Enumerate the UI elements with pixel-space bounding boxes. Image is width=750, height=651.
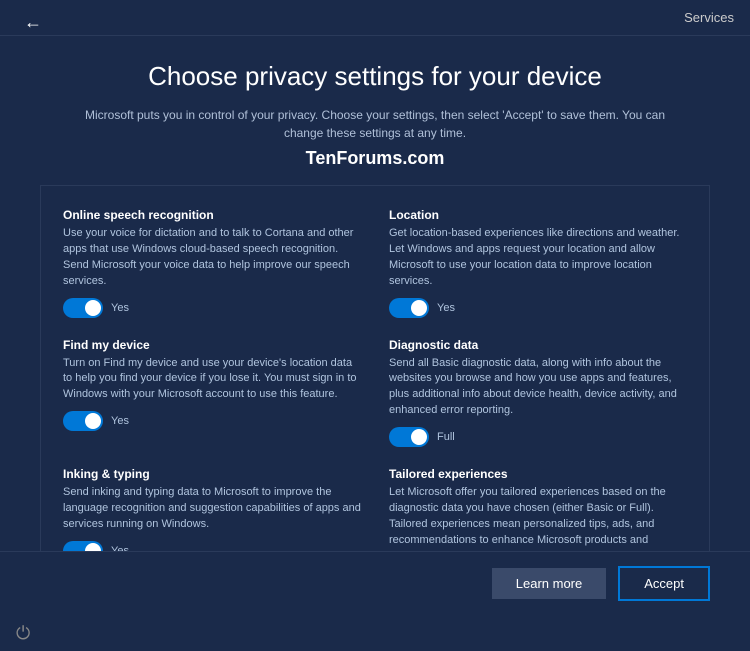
online-speech-desc: Use your voice for dictation and to talk… <box>63 226 361 290</box>
footer-bar: ⏻ <box>0 615 750 651</box>
inking-title: Inking & typing <box>63 467 361 481</box>
setting-online-speech: Online speech recognition Use your voice… <box>49 198 375 328</box>
diagnostic-desc: Send all Basic diagnostic data, along wi… <box>389 356 687 420</box>
setting-inking: Inking & typing Send inking and typing d… <box>49 457 375 551</box>
location-toggle-row: Yes <box>389 298 687 318</box>
online-speech-toggle-row: Yes <box>63 298 361 318</box>
accept-button[interactable]: Accept <box>618 566 710 601</box>
find-device-toggle[interactable] <box>63 411 103 431</box>
diagnostic-toggle-label: Full <box>437 431 455 443</box>
inking-toggle[interactable] <box>63 541 103 551</box>
online-speech-toggle-label: Yes <box>111 302 129 314</box>
diagnostic-toggle-row: Full <box>389 427 687 447</box>
online-speech-title: Online speech recognition <box>63 208 361 222</box>
location-title: Location <box>389 208 687 222</box>
find-device-toggle-row: Yes <box>63 411 361 431</box>
bottom-bar: Learn more Accept <box>0 551 750 615</box>
find-device-toggle-label: Yes <box>111 415 129 427</box>
page-title: Choose privacy settings for your device <box>40 60 710 94</box>
back-button[interactable]: ← <box>16 8 50 37</box>
main-content: Choose privacy settings for your device … <box>0 36 750 551</box>
brand-name: TenForums.com <box>40 148 710 169</box>
settings-scroll[interactable]: Online speech recognition Use your voice… <box>40 185 710 551</box>
location-toggle-label: Yes <box>437 302 455 314</box>
inking-desc: Send inking and typing data to Microsoft… <box>63 485 361 533</box>
page-subtitle: Microsoft puts you in control of your pr… <box>85 106 665 142</box>
location-desc: Get location-based experiences like dire… <box>389 226 687 290</box>
title-bar: ← Services <box>0 0 750 36</box>
settings-grid: Online speech recognition Use your voice… <box>41 186 709 551</box>
inking-toggle-label: Yes <box>111 545 129 551</box>
learn-more-button[interactable]: Learn more <box>492 568 606 599</box>
online-speech-toggle[interactable] <box>63 298 103 318</box>
diagnostic-title: Diagnostic data <box>389 338 687 352</box>
find-device-title: Find my device <box>63 338 361 352</box>
tailored-title: Tailored experiences <box>389 467 687 481</box>
setting-location: Location Get location-based experiences … <box>375 198 701 328</box>
setting-diagnostic: Diagnostic data Send all Basic diagnosti… <box>375 328 701 458</box>
tailored-desc: Let Microsoft offer you tailored experie… <box>389 485 687 551</box>
location-toggle[interactable] <box>389 298 429 318</box>
page-header: Choose privacy settings for your device … <box>40 36 710 185</box>
title-bar-label: Services <box>684 10 734 25</box>
diagnostic-toggle[interactable] <box>389 427 429 447</box>
inking-toggle-row: Yes <box>63 541 361 551</box>
find-device-desc: Turn on Find my device and use your devi… <box>63 356 361 404</box>
setting-find-device: Find my device Turn on Find my device an… <box>49 328 375 458</box>
power-icon: ⏻ <box>16 623 30 644</box>
setting-tailored: Tailored experiences Let Microsoft offer… <box>375 457 701 551</box>
